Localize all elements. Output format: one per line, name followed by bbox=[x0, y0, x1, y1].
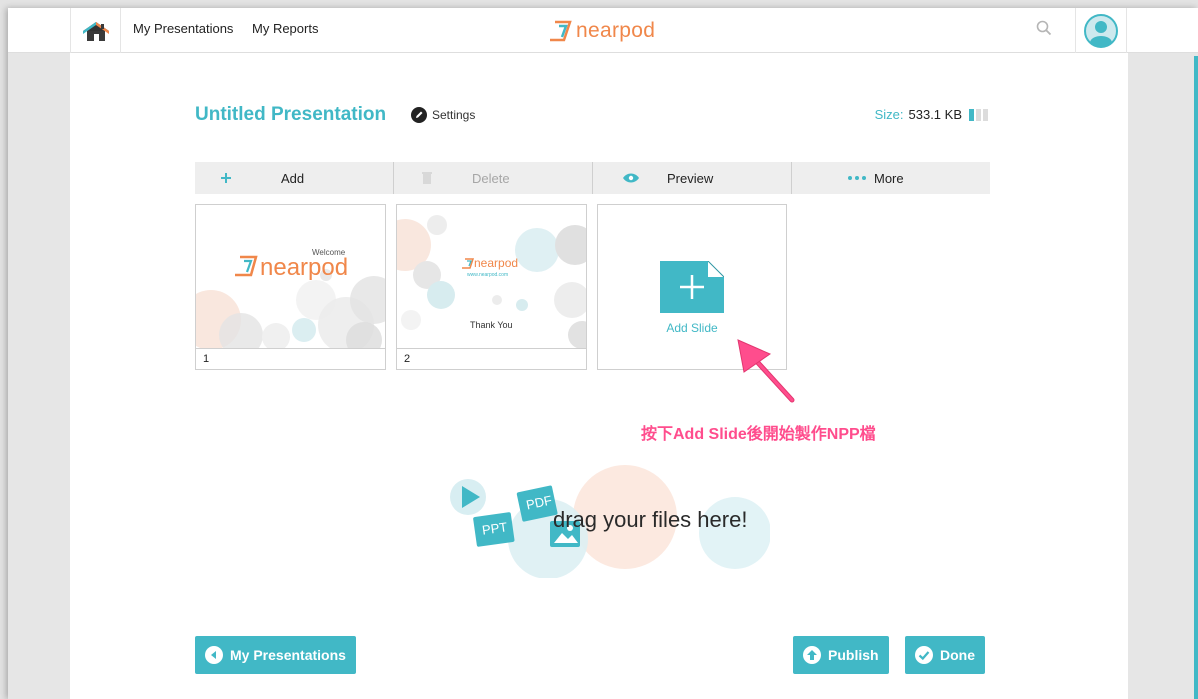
preview-label: Preview bbox=[667, 171, 714, 186]
presentation-title[interactable]: Untitled Presentation bbox=[195, 104, 386, 126]
file-drop-zone[interactable]: PPT PDF drag your files here! bbox=[440, 463, 770, 578]
slide-thumbnail[interactable]: nearpod www.nearpod.com Thank You 2 bbox=[396, 204, 587, 370]
slide-url: www.nearpod.com bbox=[467, 272, 509, 278]
search-icon bbox=[1036, 20, 1052, 36]
more-label: More bbox=[874, 171, 904, 186]
slide-preview: nearpod www.nearpod.com Thank You bbox=[397, 205, 586, 348]
settings-button[interactable]: Settings bbox=[411, 107, 475, 123]
plus-icon bbox=[221, 162, 231, 194]
slide-number: 1 bbox=[196, 348, 385, 369]
add-label: Add bbox=[281, 171, 305, 186]
arrow-up-circle-icon bbox=[803, 646, 821, 664]
dots-icon bbox=[848, 162, 866, 194]
slide-brand: nearpod bbox=[474, 256, 519, 270]
slide-preview: Welcome nearpod bbox=[196, 205, 385, 348]
nav-link-my-reports[interactable]: My Reports bbox=[252, 21, 318, 36]
done-label: Done bbox=[940, 647, 975, 663]
home-button[interactable] bbox=[70, 8, 121, 53]
pencil-icon bbox=[411, 107, 427, 123]
publish-label: Publish bbox=[828, 647, 879, 663]
drop-zone-text: drag your files here! bbox=[553, 507, 748, 532]
brand-name: nearpod bbox=[576, 19, 656, 42]
user-avatar-icon bbox=[1084, 13, 1118, 48]
add-slide-label: Add Slide bbox=[666, 321, 718, 335]
check-circle-icon bbox=[915, 646, 933, 664]
slide-number: 2 bbox=[397, 348, 586, 369]
app-window: My Presentations My Reports nearpod Unti… bbox=[8, 8, 1198, 699]
trash-icon bbox=[422, 162, 432, 194]
size-value: 533.1 KB bbox=[908, 107, 963, 122]
my-presentations-label: My Presentations bbox=[230, 647, 346, 663]
add-button[interactable]: Add bbox=[195, 162, 393, 194]
arrow-left-circle-icon bbox=[205, 646, 223, 664]
annotation-text: 按下Add Slide後開始製作NPP檔 bbox=[641, 426, 876, 443]
window-edge-accent bbox=[1194, 56, 1198, 699]
publish-button[interactable]: Publish bbox=[793, 636, 889, 674]
size-indicator: Size: 533.1 KB bbox=[875, 107, 988, 122]
search-button[interactable] bbox=[1036, 20, 1052, 41]
settings-label: Settings bbox=[432, 108, 476, 122]
nav-link-my-presentations[interactable]: My Presentations bbox=[133, 21, 233, 36]
slide-brand: nearpod bbox=[260, 254, 349, 281]
size-label: Size: bbox=[874, 107, 904, 122]
delete-button[interactable]: Delete bbox=[393, 162, 592, 194]
done-button[interactable]: Done bbox=[905, 636, 985, 674]
size-meter-segment bbox=[976, 108, 981, 121]
editor-panel: Untitled Presentation Settings Size: 533… bbox=[70, 53, 1128, 699]
size-meter-segment bbox=[983, 108, 988, 121]
brand-logo[interactable]: nearpod bbox=[548, 18, 655, 44]
top-nav-bar: My Presentations My Reports nearpod bbox=[8, 8, 1198, 53]
eye-icon bbox=[623, 162, 639, 194]
annotation-arrow-icon bbox=[737, 339, 795, 403]
slide-toolbar: Add Delete Preview More bbox=[195, 162, 990, 194]
more-button[interactable]: More bbox=[791, 162, 990, 194]
my-presentations-button[interactable]: My Presentations bbox=[195, 636, 356, 674]
size-meter-segment bbox=[969, 108, 974, 121]
home-icon bbox=[82, 21, 109, 41]
slide-caption: Thank You bbox=[470, 320, 513, 330]
preview-button[interactable]: Preview bbox=[592, 162, 791, 194]
size-meter bbox=[969, 108, 988, 121]
slide-thumbnail[interactable]: Welcome nearpod 1 bbox=[195, 204, 386, 370]
nearpod-logo-mark-icon bbox=[550, 20, 572, 42]
user-menu[interactable] bbox=[1075, 8, 1127, 53]
new-file-icon bbox=[660, 261, 724, 313]
delete-label: Delete bbox=[472, 171, 510, 186]
